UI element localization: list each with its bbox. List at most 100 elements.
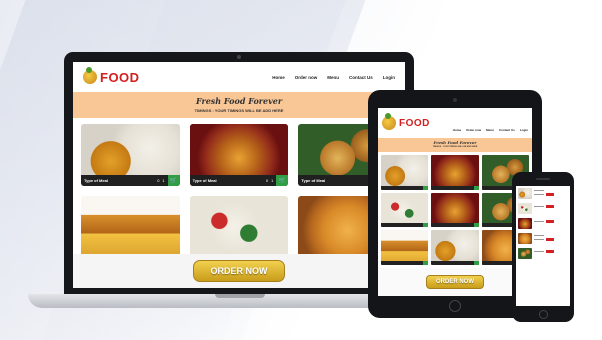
line bbox=[534, 235, 568, 236]
order-now-button[interactable]: ORDER NOW bbox=[426, 275, 484, 289]
home-button[interactable] bbox=[449, 300, 461, 312]
hero-title: Fresh Food Forever bbox=[195, 96, 283, 106]
meal-grid: Type of Meal 0 1 🛒 Type of Meal 0 1 🛒 Ty… bbox=[73, 118, 405, 258]
meal-card-bar bbox=[431, 223, 479, 228]
line bbox=[534, 193, 568, 196]
add-button[interactable] bbox=[546, 250, 554, 253]
phone-screen bbox=[516, 186, 570, 306]
order-bar: ORDER NOW bbox=[378, 268, 532, 296]
hero-title: Fresh Food Forever bbox=[433, 140, 477, 145]
list-item[interactable] bbox=[518, 218, 568, 229]
logo-icon bbox=[382, 113, 396, 130]
order-now-button[interactable]: ORDER NOW bbox=[193, 260, 285, 282]
nav-login[interactable]: Login bbox=[383, 75, 395, 80]
meal-count[interactable]: 1 bbox=[271, 178, 273, 183]
main-nav: Home Order now Menu Contact Us Login bbox=[272, 75, 395, 80]
cart-icon[interactable] bbox=[423, 223, 429, 228]
meal-card[interactable] bbox=[81, 196, 180, 258]
add-button[interactable] bbox=[546, 205, 554, 208]
nav-menu[interactable]: Menu bbox=[486, 128, 494, 132]
cart-icon[interactable] bbox=[473, 223, 479, 228]
meal-card[interactable] bbox=[431, 155, 479, 190]
add-button[interactable] bbox=[546, 220, 554, 223]
line bbox=[534, 250, 568, 253]
meal-thumbnail bbox=[518, 203, 532, 214]
tablet-nav-wrap: Home Order now Menu Contact Us Login bbox=[453, 128, 528, 132]
meal-qty[interactable]: 0 bbox=[157, 178, 159, 183]
meal-image bbox=[189, 196, 289, 258]
meal-card[interactable] bbox=[431, 192, 479, 228]
list-item-text bbox=[534, 248, 568, 253]
meal-qty[interactable]: 0 bbox=[266, 178, 268, 183]
cart-icon[interactable] bbox=[423, 261, 429, 265]
nav-contact[interactable]: Contact Us bbox=[349, 75, 373, 80]
line bbox=[534, 205, 568, 208]
meal-card-bar: Type of Meal 0 1 🛒 bbox=[81, 175, 180, 186]
tablet-camera bbox=[453, 98, 457, 102]
nav-home[interactable]: Home bbox=[272, 75, 285, 80]
hero-subtitle: TIMINGS : YOUR TIMINGS WILL BE ADD HERE bbox=[432, 146, 478, 148]
laptop-screen: FOOD Home Order now Menu Contact Us Logi… bbox=[73, 62, 405, 288]
home-button[interactable] bbox=[538, 310, 548, 319]
meal-card-bar bbox=[381, 261, 429, 265]
site-header: FOOD bbox=[378, 108, 532, 138]
cart-icon[interactable] bbox=[473, 185, 479, 190]
list-item-text bbox=[534, 218, 568, 223]
hero-banner: Fresh Food Forever TIMINGS : YOUR TIMING… bbox=[73, 92, 405, 118]
list-item[interactable] bbox=[518, 188, 568, 199]
logo[interactable]: FOOD bbox=[83, 67, 140, 85]
cart-icon[interactable] bbox=[473, 261, 479, 265]
meal-card[interactable] bbox=[189, 196, 289, 258]
meal-label: Type of Meal bbox=[301, 178, 326, 183]
list-item[interactable] bbox=[518, 203, 568, 214]
laptop-camera bbox=[237, 55, 241, 59]
nav-home[interactable]: Home bbox=[453, 128, 461, 132]
meal-label: Type of Meal bbox=[192, 178, 217, 183]
logo[interactable]: FOOD bbox=[382, 113, 430, 130]
phone-speaker bbox=[536, 178, 550, 180]
line bbox=[534, 190, 568, 191]
order-bar: ORDER NOW bbox=[73, 254, 405, 288]
hero-subtitle: TIMINGS : YOUR TIMINGS WILL BE ADD HERE bbox=[194, 108, 284, 113]
meal-card[interactable]: Type of Meal 0 1 🛒 bbox=[189, 124, 289, 186]
list-item-text bbox=[534, 233, 568, 241]
add-button[interactable] bbox=[546, 193, 554, 196]
meal-card[interactable] bbox=[431, 230, 479, 265]
nav-order-now[interactable]: Order now bbox=[466, 128, 481, 132]
laptop-device: FOOD Home Order now Menu Contact Us Logi… bbox=[64, 52, 414, 294]
meal-thumbnail bbox=[518, 218, 532, 229]
meal-image bbox=[81, 196, 180, 258]
cart-icon[interactable]: 🛒 bbox=[167, 175, 180, 186]
phone-device bbox=[512, 172, 574, 322]
meal-card-bar bbox=[431, 261, 479, 265]
meal-card-bar bbox=[431, 185, 479, 190]
meal-thumbnail bbox=[518, 233, 532, 244]
add-button[interactable] bbox=[546, 238, 554, 241]
cart-icon[interactable] bbox=[423, 185, 429, 190]
tablet-screen: FOOD Home Order now Menu Contact Us Logi… bbox=[378, 108, 532, 296]
nav-order-now[interactable]: Order now bbox=[295, 75, 318, 80]
meal-card[interactable] bbox=[381, 155, 429, 190]
nav-login[interactable]: Login bbox=[520, 128, 528, 132]
meal-count[interactable]: 1 bbox=[162, 178, 164, 183]
list-item-text bbox=[534, 203, 568, 208]
meal-card[interactable] bbox=[381, 230, 429, 265]
logo-text: FOOD bbox=[399, 117, 430, 129]
site-header: FOOD Home Order now Menu Contact Us Logi… bbox=[73, 62, 405, 92]
meal-card[interactable] bbox=[381, 192, 429, 228]
meal-thumbnail bbox=[518, 248, 532, 259]
logo-text: FOOD bbox=[100, 69, 140, 85]
line bbox=[534, 238, 568, 241]
nav-menu[interactable]: Menu bbox=[327, 75, 339, 80]
meal-thumbnail bbox=[518, 188, 532, 199]
logo-icon bbox=[83, 67, 97, 84]
meal-card-bar: Type of Meal 0 1 🛒 bbox=[189, 175, 289, 186]
nav-contact[interactable]: Contact Us bbox=[499, 128, 515, 132]
hero-banner: Fresh Food Forever TIMINGS : YOUR TIMING… bbox=[378, 138, 532, 152]
line bbox=[534, 220, 568, 223]
cart-icon[interactable]: 🛒 bbox=[276, 175, 289, 186]
meal-card[interactable]: Type of Meal 0 1 🛒 bbox=[81, 124, 180, 186]
list-item[interactable] bbox=[518, 248, 568, 259]
list-item[interactable] bbox=[518, 233, 568, 244]
meal-card-bar bbox=[381, 223, 429, 228]
